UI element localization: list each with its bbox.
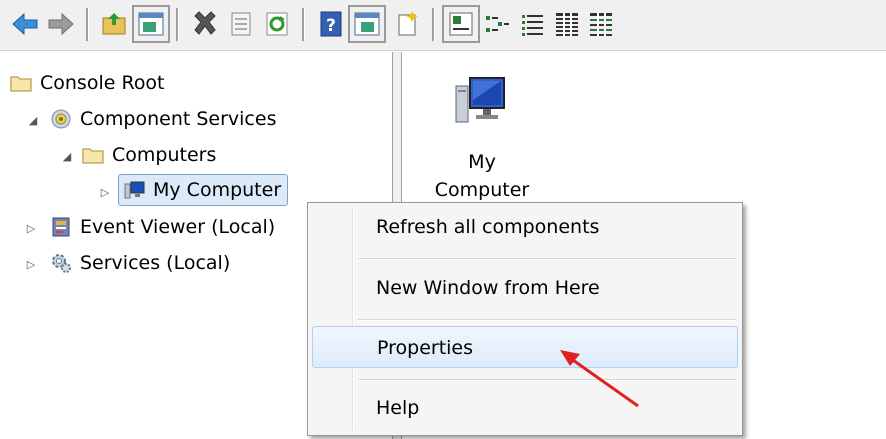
- menu-separator: [358, 258, 736, 260]
- tree-item-console-root[interactable]: Console Root: [10, 70, 165, 96]
- tree-item-event-viewer[interactable]: Event Viewer (Local): [50, 214, 275, 240]
- expand-arrow-icon[interactable]: ▷: [98, 186, 112, 200]
- tree-label: Computers: [112, 144, 217, 166]
- menu-item-label: Properties: [377, 337, 474, 359]
- help-icon[interactable]: ?: [316, 9, 346, 39]
- computer-icon: [124, 181, 145, 199]
- menu-item-label: New Window from Here: [376, 277, 600, 299]
- delete-icon[interactable]: [190, 9, 220, 39]
- folder-icon: [10, 76, 32, 92]
- tree-item-computers[interactable]: Computers: [82, 142, 216, 168]
- my-computer-large-icon[interactable]: [452, 72, 508, 128]
- forward-icon[interactable]: [46, 9, 76, 39]
- my-computer-item-label[interactable]: My Computer: [422, 148, 542, 204]
- menu-item-label: Refresh all components: [376, 216, 600, 238]
- tree-item-my-computer[interactable]: My Computer: [118, 174, 289, 206]
- collapse-arrow-icon[interactable]: ◢: [26, 114, 40, 128]
- context-menu: Refresh all components New Window from H…: [307, 202, 743, 436]
- tree-label: Console Root: [40, 72, 165, 94]
- tree-label: My Computer: [153, 179, 282, 201]
- detail-view-icon[interactable]: [552, 9, 582, 39]
- back-icon[interactable]: [10, 9, 40, 39]
- properties-icon[interactable]: [226, 9, 256, 39]
- menu-item-properties[interactable]: Properties: [312, 326, 738, 368]
- filter-view-icon[interactable]: [586, 9, 616, 39]
- large-icons-view-icon[interactable]: [442, 5, 480, 43]
- toolbar-separator: [432, 8, 435, 41]
- tree-item-services[interactable]: Services (Local): [50, 250, 230, 276]
- toolbar-separator: [86, 8, 89, 41]
- menu-item-new-window-from-here[interactable]: New Window from Here: [312, 267, 736, 309]
- svg-text:?: ?: [326, 16, 336, 36]
- tree-label: Component Services: [80, 108, 277, 130]
- collapse-arrow-icon[interactable]: ◢: [60, 150, 74, 164]
- annotation-arrow-icon: [560, 350, 639, 408]
- menu-item-label: Help: [376, 397, 420, 419]
- expand-arrow-icon[interactable]: ▷: [24, 258, 38, 272]
- menu-item-help[interactable]: Help: [312, 387, 736, 429]
- show-hide-console-tree-icon[interactable]: [132, 5, 170, 43]
- new-window-icon[interactable]: [392, 9, 422, 39]
- small-icons-view-icon[interactable]: [482, 9, 512, 39]
- expand-arrow-icon[interactable]: ▷: [24, 222, 38, 236]
- tree-item-component-services[interactable]: Component Services: [50, 106, 276, 132]
- menu-separator: [358, 319, 736, 321]
- event-viewer-icon: [52, 217, 70, 237]
- tree-label: Services (Local): [80, 252, 231, 274]
- services-gear-icon: [52, 254, 71, 273]
- refresh-icon[interactable]: [262, 9, 292, 39]
- up-folder-icon[interactable]: [100, 9, 130, 39]
- tree-label: Event Viewer (Local): [80, 216, 276, 238]
- menu-item-refresh-all-components[interactable]: Refresh all components: [312, 206, 736, 248]
- component-services-icon: [51, 109, 71, 129]
- toolbar-separator: [302, 8, 305, 41]
- list-view-icon[interactable]: [518, 9, 548, 39]
- toolbar-separator: [176, 8, 179, 41]
- folder-icon: [82, 148, 104, 164]
- toolbar: ?: [0, 0, 886, 51]
- show-hide-action-pane-icon[interactable]: [348, 5, 386, 43]
